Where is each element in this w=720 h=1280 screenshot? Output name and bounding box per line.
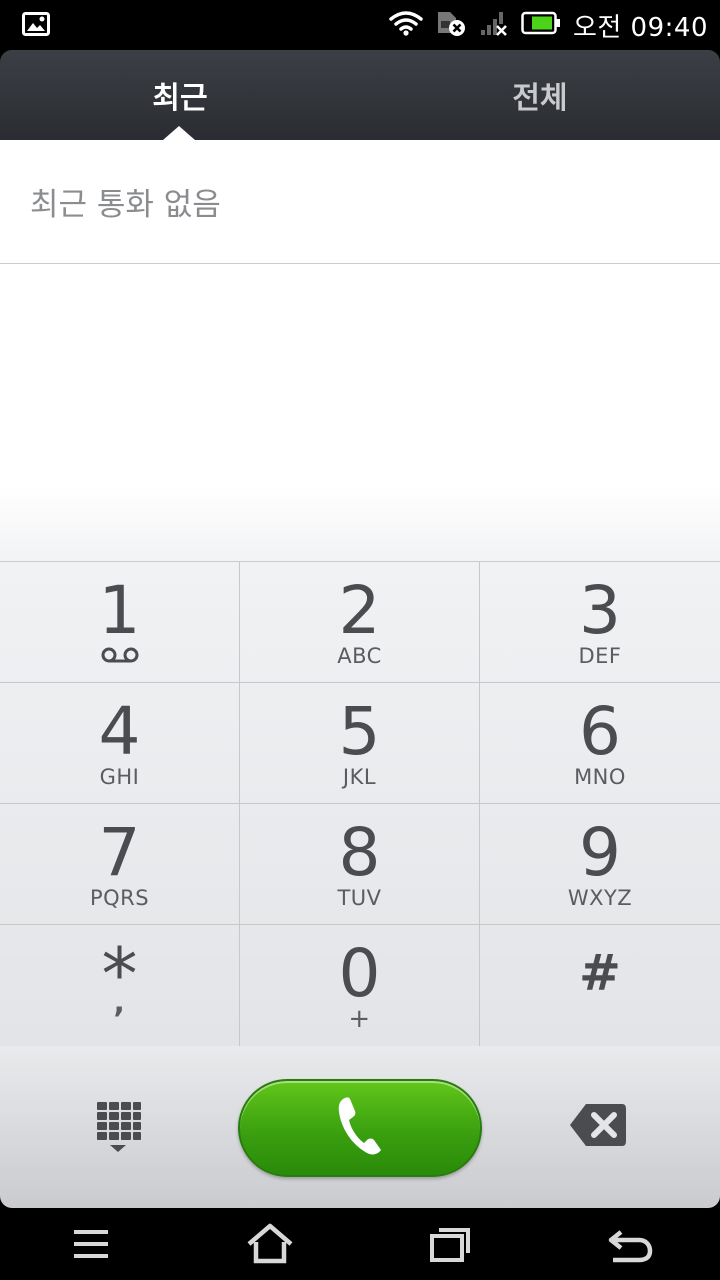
key-pound[interactable]: # [480, 925, 720, 1047]
navigation-bar [0, 1208, 720, 1280]
dialpad: 1 2 ABC 3 DEF 4 GHI 5 JKL 6 MNO 7 PQRS 8… [0, 561, 720, 1047]
backspace-icon[interactable] [568, 1102, 628, 1148]
phone-icon [336, 1095, 384, 1161]
tab-all[interactable]: 전체 [360, 50, 720, 140]
recent-calls-list[interactable]: 최근 통화 없음 [0, 140, 720, 561]
key-2[interactable]: 2 ABC [240, 562, 480, 683]
action-bar [0, 1046, 720, 1208]
key-digit: 6 [579, 693, 621, 770]
key-star[interactable]: * , [0, 925, 240, 1047]
sim-error-icon [435, 9, 467, 41]
menu-icon[interactable] [66, 1222, 116, 1266]
tab-bar: 최근 전체 [0, 50, 720, 140]
recent-apps-icon[interactable] [426, 1222, 476, 1266]
back-icon[interactable] [605, 1222, 655, 1266]
key-letters: , [113, 985, 126, 1020]
key-digit: 8 [338, 814, 381, 891]
status-time: 오전 09:40 [572, 12, 708, 43]
dialpad-toggle-icon[interactable] [95, 1100, 143, 1156]
battery-icon [521, 11, 561, 39]
signal-no-service-icon [479, 9, 509, 41]
key-7[interactable]: 7 PQRS [0, 804, 240, 925]
empty-state: 최근 통화 없음 [0, 140, 720, 264]
key-6[interactable]: 6 MNO [480, 683, 720, 804]
empty-message: 최근 통화 없음 [30, 187, 221, 223]
wifi-icon [389, 10, 423, 40]
key-4[interactable]: 4 GHI [0, 683, 240, 804]
key-letters: ABC [337, 644, 382, 668]
key-letters: + [348, 1004, 371, 1034]
key-3[interactable]: 3 DEF [480, 562, 720, 683]
home-icon[interactable] [245, 1222, 295, 1266]
key-digit: 2 [338, 572, 381, 649]
key-digit: # [579, 944, 621, 1002]
key-letters: WXYZ [567, 886, 633, 910]
key-0[interactable]: 0 + [240, 925, 480, 1047]
key-letters: TUV [337, 886, 382, 910]
key-letters: JKL [342, 765, 377, 789]
key-digit: 7 [98, 814, 141, 891]
key-8[interactable]: 8 TUV [240, 804, 480, 925]
voicemail-icon [100, 646, 140, 668]
key-letters: GHI [99, 765, 140, 789]
key-digit: 5 [338, 693, 381, 770]
key-letters: MNO [574, 765, 626, 789]
image-notification-icon [22, 12, 50, 40]
tab-selected-indicator [163, 126, 195, 140]
key-digit: 9 [579, 814, 621, 891]
key-digit: 3 [579, 572, 621, 649]
key-5[interactable]: 5 JKL [240, 683, 480, 804]
key-letters: DEF [578, 644, 622, 668]
key-9[interactable]: 9 WXYZ [480, 804, 720, 925]
key-digit: 4 [98, 693, 141, 770]
status-bar: 오전 09:40 [0, 0, 720, 50]
key-digit: 0 [338, 935, 381, 1012]
key-digit: 1 [98, 572, 141, 649]
key-letters: PQRS [89, 886, 150, 910]
call-button[interactable] [238, 1079, 482, 1177]
key-1[interactable]: 1 [0, 562, 240, 683]
